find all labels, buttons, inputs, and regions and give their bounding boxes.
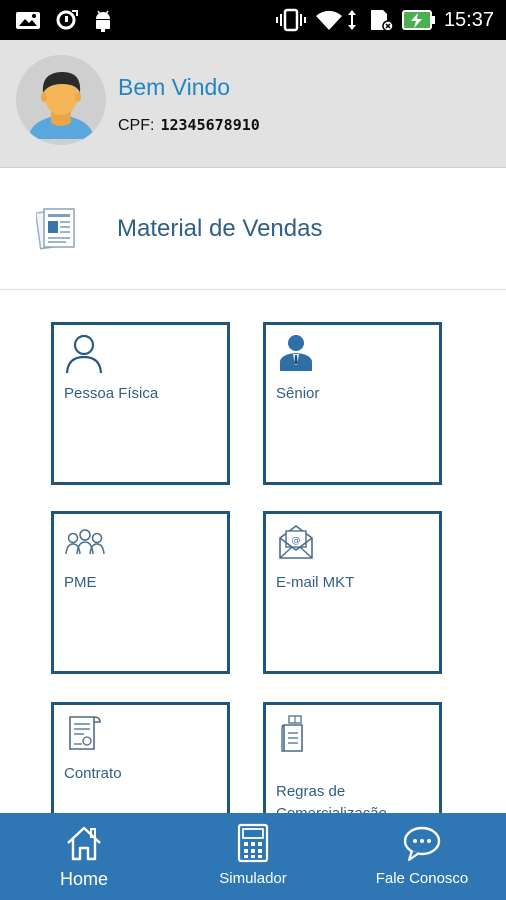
group-icon <box>65 529 105 555</box>
nav-fale-conosco-label: Fale Conosco <box>375 870 469 887</box>
calculator-icon <box>237 823 269 863</box>
data-arrows-icon <box>348 10 356 30</box>
tile-label: Regras de Comercialização <box>276 783 387 813</box>
android-icon <box>96 10 110 32</box>
tile-senior[interactable]: Sênior <box>263 322 442 485</box>
tile-label: Sênior <box>276 385 320 402</box>
chat-icon <box>403 826 441 862</box>
cpf-label: CPF: <box>118 117 155 134</box>
cpf-value: 12345678910 <box>160 116 260 134</box>
tile-contrato[interactable]: Contrato <box>51 702 230 813</box>
contract-icon <box>69 716 101 750</box>
tile-pme[interactable]: PME <box>51 511 230 674</box>
user-avatar-icon[interactable] <box>16 55 106 145</box>
battery-charging-icon <box>402 10 435 30</box>
image-icon <box>16 12 40 29</box>
tile-label: Pessoa Física <box>64 385 159 402</box>
home-icon <box>67 826 101 861</box>
documents-icon <box>36 208 75 250</box>
nav-home-label: Home <box>59 869 108 889</box>
sd-card-icon <box>371 10 394 32</box>
tile-regras-comercializacao[interactable]: Regras de Comercialização <box>263 702 442 813</box>
tile-pessoa-fisica[interactable]: Pessoa Física <box>51 322 230 485</box>
material-de-vendas-label: Material de Vendas <box>117 215 323 242</box>
welcome-text: Bem Vindo <box>118 74 231 100</box>
rules-book-icon <box>281 715 303 752</box>
nav-simulador-label: Simulador <box>219 870 287 887</box>
svg-text:@: @ <box>292 536 301 546</box>
tile-label: PME <box>64 574 97 591</box>
cpf-row: CPF: 12345678910 <box>118 116 260 135</box>
status-bar: 15:37 <box>0 0 506 40</box>
bottom-navigation: Home Simulador Fale Conosco <box>0 813 506 900</box>
tile-label: Contrato <box>64 765 122 782</box>
business-person-icon <box>280 335 312 371</box>
profile-header: Bem Vindo CPF: 12345678910 <box>0 40 506 168</box>
sync-icon <box>56 10 78 30</box>
tile-label: E-mail MKT <box>276 574 355 591</box>
status-time: 15:37 <box>443 9 494 31</box>
tile-email-mkt[interactable]: @ E-mail MKT <box>263 511 442 674</box>
vibrate-icon <box>276 8 306 32</box>
wifi-icon <box>316 10 342 30</box>
nav-fale-conosco[interactable]: Fale Conosco <box>360 813 484 900</box>
category-grid: Pessoa Física Sênior PME @ E-mail MKT Co… <box>0 290 506 813</box>
material-de-vendas-row[interactable]: Material de Vendas <box>0 169 506 290</box>
person-outline-icon <box>65 334 103 373</box>
nav-home[interactable]: Home <box>20 813 148 900</box>
nav-simulador[interactable]: Simulador <box>189 813 317 900</box>
email-icon: @ <box>279 525 313 559</box>
